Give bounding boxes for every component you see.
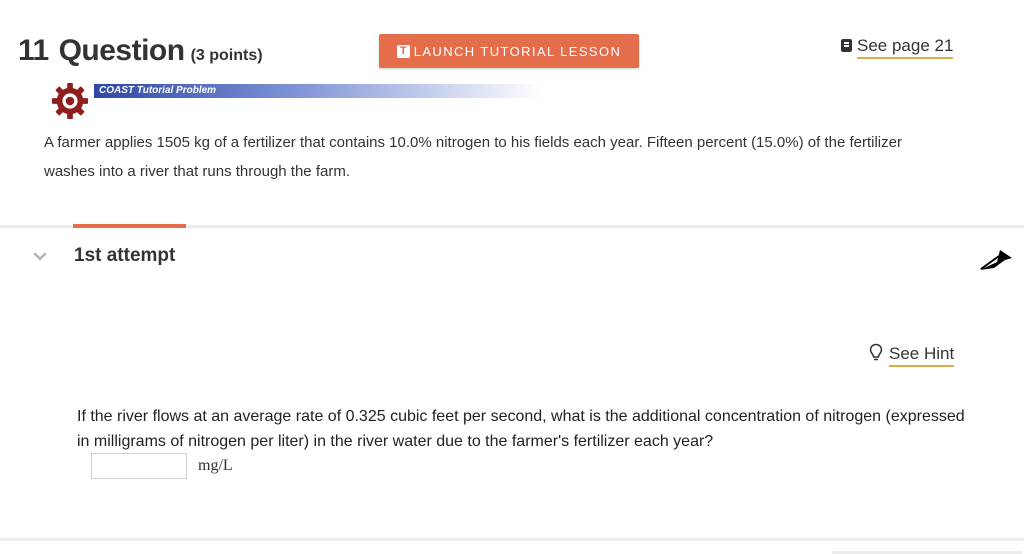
lightbulb-icon [869, 343, 883, 361]
question-title: 11 Question (3 points) [18, 34, 263, 68]
coast-banner: COAST Tutorial Problem [94, 84, 542, 98]
question-points: (3 points) [190, 47, 263, 64]
launch-tutorial-button[interactable]: T LAUNCH TUTORIAL LESSON [379, 34, 639, 68]
coast-banner-label: COAST Tutorial Problem [99, 85, 217, 96]
answer-input[interactable] [91, 453, 187, 479]
chevron-down-icon[interactable] [33, 252, 47, 262]
bottom-divider [0, 538, 1024, 541]
see-page-link[interactable]: See page 21 [841, 36, 954, 59]
tutorial-icon: T [396, 44, 410, 58]
attempt-tab-indicator [73, 224, 186, 228]
question-number: 11 [18, 34, 49, 67]
launch-tutorial-label: LAUNCH TUTORIAL LESSON [413, 43, 622, 59]
book-icon [841, 39, 852, 52]
gear-icon [51, 82, 89, 120]
see-hint-link[interactable]: See Hint [869, 343, 955, 367]
question-word: Question [58, 34, 186, 67]
see-hint-label: See Hint [889, 344, 955, 367]
question-text: If the river flows at an average rate of… [77, 408, 965, 450]
problem-statement: A farmer applies 1505 kg of a fertilizer… [44, 134, 902, 180]
see-page-label: See page 21 [857, 36, 954, 59]
answer-unit: mg/L [198, 457, 233, 474]
cursor-arrow-icon [980, 250, 1012, 270]
attempt-label: 1st attempt [74, 245, 176, 266]
